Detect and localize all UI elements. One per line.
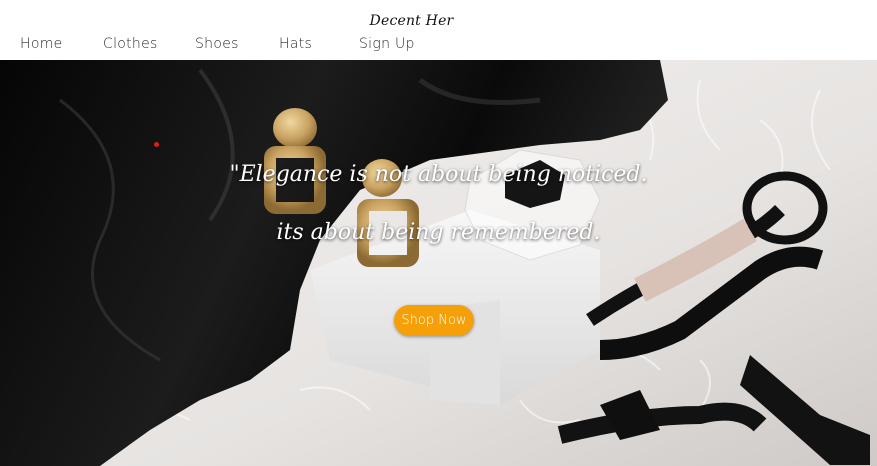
hero-background-image (0, 60, 877, 466)
hero-banner: "Elegance is not about being noticed. it… (0, 60, 877, 466)
shop-now-button[interactable]: Shop Now (394, 305, 474, 336)
nav-sign-up[interactable]: Sign Up (359, 36, 415, 52)
hero-quote-line2: its about being remembered. (276, 220, 601, 245)
nav-home[interactable]: Home (20, 36, 63, 52)
brand-name: Decent Her (369, 13, 454, 29)
red-dot-marker (154, 142, 159, 147)
nav-hats[interactable]: Hats (279, 36, 312, 52)
brand-logo[interactable]: Decent Her (0, 13, 877, 29)
hero-quote-line1: "Elegance is not about being noticed. (229, 162, 648, 187)
nav-shoes[interactable]: Shoes (195, 36, 239, 52)
nav-clothes[interactable]: Clothes (103, 36, 158, 52)
